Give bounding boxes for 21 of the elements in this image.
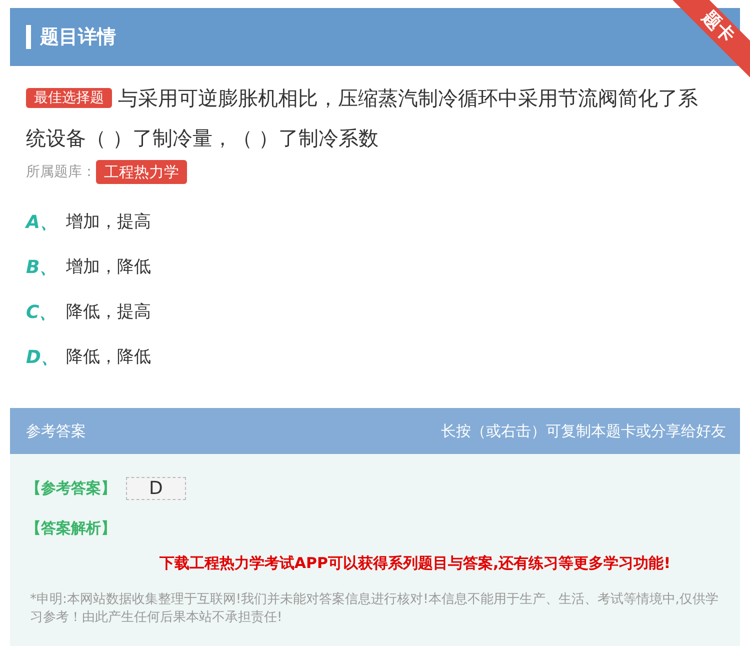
- disclaimer-text: *申明:本网站数据收集整理于互联网!我们并未能对答案信息进行核对!本信息不能用于生产、生活、考试等情境中,仅供学习参考！由此产生任何后果本站不承担责任!: [30, 591, 720, 627]
- section-title: 题目详情: [40, 25, 116, 50]
- option-text: 增加，降低: [66, 256, 151, 278]
- option-text: 增加，提高: [66, 211, 151, 233]
- option-text: 降低，提高: [66, 301, 151, 323]
- option-letter: A、: [26, 211, 59, 234]
- question-type-tag: 最佳选择题: [26, 88, 112, 108]
- share-hint: 长按（或右击）可复制本题卡或分享给好友: [441, 422, 726, 440]
- title-marker-icon: [26, 25, 31, 49]
- answer-title: 参考答案: [26, 422, 86, 440]
- answer-label: 【参考答案】: [26, 478, 116, 498]
- option-letter: D、: [26, 346, 60, 369]
- bank-label: 所属题库：: [26, 163, 96, 181]
- analysis-label: 【答案解析】: [26, 518, 116, 538]
- promo-text: 下载工程热力学考试APP可以获得系列题目与答案,还有练习等更多学习功能!: [158, 554, 672, 573]
- bank-tag[interactable]: 工程热力学: [96, 160, 187, 184]
- question-text: $^{最佳选择题}$ 与采用可逆膨胀机相比，压缩蒸汽制冷循环中采用节流阀简化了系统设备（ ）了制冷量，（ ）了制冷系数: [26, 85, 699, 152]
- option-text: 降低，降低: [66, 346, 151, 368]
- answer-value: D: [126, 476, 186, 500]
- option-letter: B、: [26, 256, 59, 279]
- option-letter: C、: [26, 301, 58, 324]
